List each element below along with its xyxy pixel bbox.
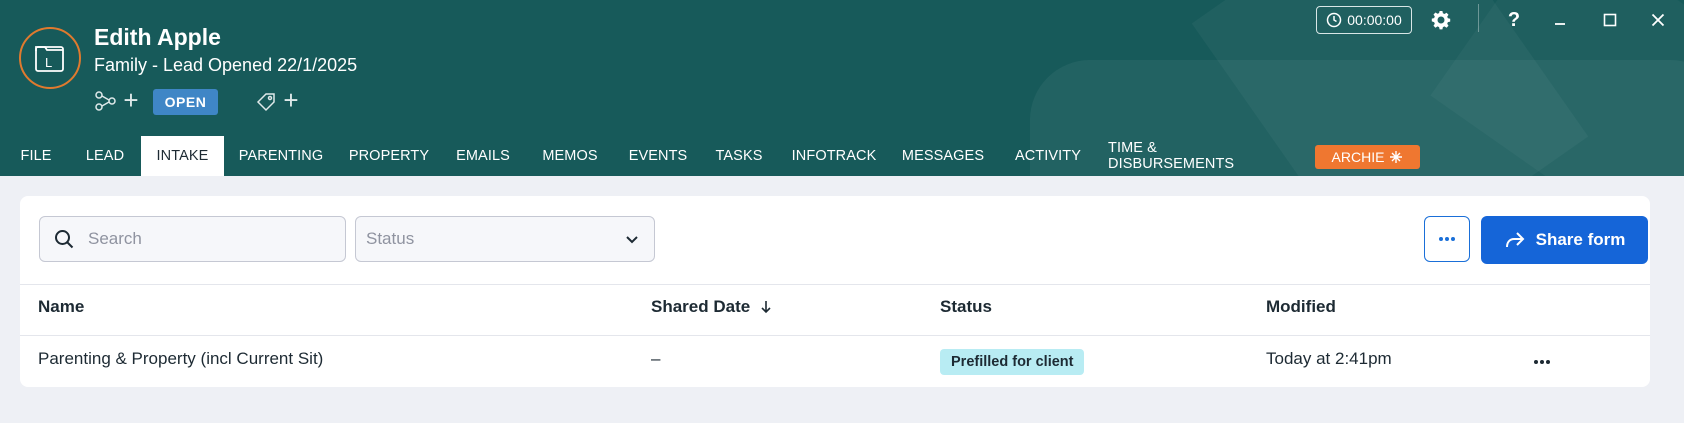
search-field[interactable] — [39, 216, 346, 262]
tab-events[interactable]: EVENTS — [627, 136, 689, 176]
sort-descending-icon — [761, 301, 771, 314]
column-header-modified[interactable]: Modified — [1266, 297, 1336, 317]
matter-tabs: FILE LEAD INTAKE PARENTING PROPERTY EMAI… — [0, 136, 1684, 176]
tab-parenting[interactable]: PARENTING — [235, 136, 327, 176]
column-header-status[interactable]: Status — [940, 297, 992, 317]
tab-intake[interactable]: INTAKE — [141, 136, 224, 176]
add-relationship-icon[interactable]: + — [119, 87, 143, 113]
tab-emails[interactable]: EMAILS — [452, 136, 514, 176]
status-badge[interactable]: OPEN — [153, 89, 218, 115]
tab-activity[interactable]: ACTIVITY — [1012, 136, 1084, 176]
add-tag-icon[interactable]: + — [279, 87, 303, 113]
row-actions-button[interactable] — [1530, 351, 1554, 373]
tab-property[interactable]: PROPERTY — [348, 136, 430, 176]
intake-forms-card: Status Share form Name Shared Date Statu… — [20, 196, 1650, 387]
matter-header: L Edith Apple Family - Lead Opened 22/1/… — [0, 0, 1684, 176]
search-icon — [55, 230, 74, 249]
share-arrow-icon — [1505, 232, 1525, 248]
ellipsis-icon — [1534, 360, 1550, 364]
settings-gear-icon[interactable] — [1425, 4, 1457, 36]
sparkle-icon — [1390, 151, 1403, 163]
close-icon[interactable] — [1642, 4, 1674, 36]
form-name-cell[interactable]: Parenting & Property (incl Current Sit) — [38, 349, 323, 369]
matter-avatar[interactable]: L — [19, 27, 81, 89]
table-divider — [20, 335, 1650, 336]
svg-text:L: L — [45, 55, 52, 70]
column-header-name[interactable]: Name — [38, 297, 84, 317]
more-options-button[interactable] — [1424, 216, 1470, 262]
tab-file[interactable]: FILE — [14, 136, 58, 176]
help-icon[interactable]: ? — [1498, 4, 1530, 36]
share-form-button[interactable]: Share form — [1481, 216, 1648, 264]
archie-button[interactable]: ARCHIE — [1315, 145, 1420, 169]
modified-cell: Today at 2:41pm — [1266, 349, 1392, 368]
table-divider — [20, 284, 1650, 285]
tab-memos[interactable]: MEMOS — [537, 136, 603, 176]
status-filter-select[interactable]: Status — [355, 216, 655, 262]
toolbar-divider — [1478, 4, 1479, 32]
column-header-shared-date[interactable]: Shared Date — [651, 297, 772, 317]
chevron-down-icon — [626, 236, 638, 244]
tag-icon[interactable] — [254, 89, 278, 113]
search-input[interactable] — [88, 229, 318, 249]
shared-date-cell: – — [651, 349, 661, 368]
matter-subtitle: Family - Lead Opened 22/1/2025 — [94, 55, 358, 75]
ellipsis-icon — [1439, 237, 1455, 241]
folder-icon: L — [35, 46, 64, 72]
timer-value: 00:00:00 — [1347, 12, 1402, 28]
status-filter-placeholder: Status — [366, 229, 415, 248]
relationships-icon[interactable] — [93, 89, 117, 113]
form-status-badge: Prefilled for client — [940, 349, 1085, 375]
timer-button[interactable]: 00:00:00 — [1316, 6, 1412, 34]
tab-infotrack[interactable]: INFOTRACK — [788, 136, 880, 176]
client-name: Edith Apple — [94, 24, 221, 50]
clock-icon — [1327, 12, 1342, 28]
archie-label: ARCHIE — [1331, 149, 1385, 165]
tab-time-disbursements[interactable]: TIME & DISBURSEMENTS — [1108, 136, 1286, 176]
tab-lead[interactable]: LEAD — [80, 136, 130, 176]
minimize-icon[interactable] — [1544, 4, 1576, 36]
share-form-label: Share form — [1535, 230, 1626, 249]
tab-messages[interactable]: MESSAGES — [902, 136, 984, 176]
tab-tasks[interactable]: TASKS — [713, 136, 765, 176]
maximize-icon[interactable] — [1594, 4, 1626, 36]
